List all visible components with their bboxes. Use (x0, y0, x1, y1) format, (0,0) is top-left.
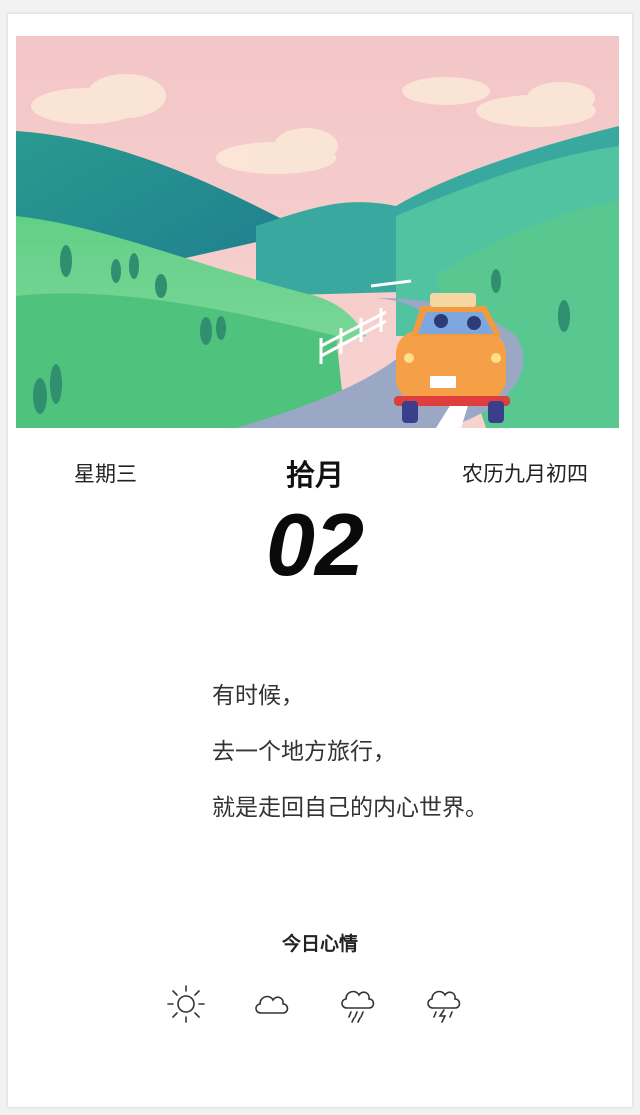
lunar-date-label: 农历九月初四 (462, 462, 588, 486)
month-label: 拾月 (286, 458, 345, 492)
date-header: 星期三 拾月 农历九月初四 (8, 452, 632, 492)
thunderstorm-icon[interactable] (422, 982, 466, 1026)
calendar-card: 星期三 拾月 农历九月初四 02 有时候， 去一个地方旅行， 就是走回自己的内心… (8, 14, 632, 1107)
mood-title: 今日心情 (281, 933, 358, 955)
hero-illustration (16, 36, 619, 428)
rain-icon[interactable] (336, 982, 380, 1026)
quote-block: 有时候， 去一个地方旅行， 就是走回自己的内心世界。 (212, 668, 488, 836)
weekday-label: 星期三 (74, 462, 137, 486)
quote-line: 有时候， (212, 683, 304, 709)
mood-options (164, 982, 474, 1032)
sun-icon[interactable] (164, 982, 208, 1026)
quote-line: 去一个地方旅行， (212, 739, 396, 765)
road-trip-illustration (16, 36, 619, 428)
quote-line: 就是走回自己的内心世界。 (212, 795, 488, 821)
day-number: 02 (266, 495, 364, 594)
cloud-icon[interactable] (250, 982, 294, 1026)
